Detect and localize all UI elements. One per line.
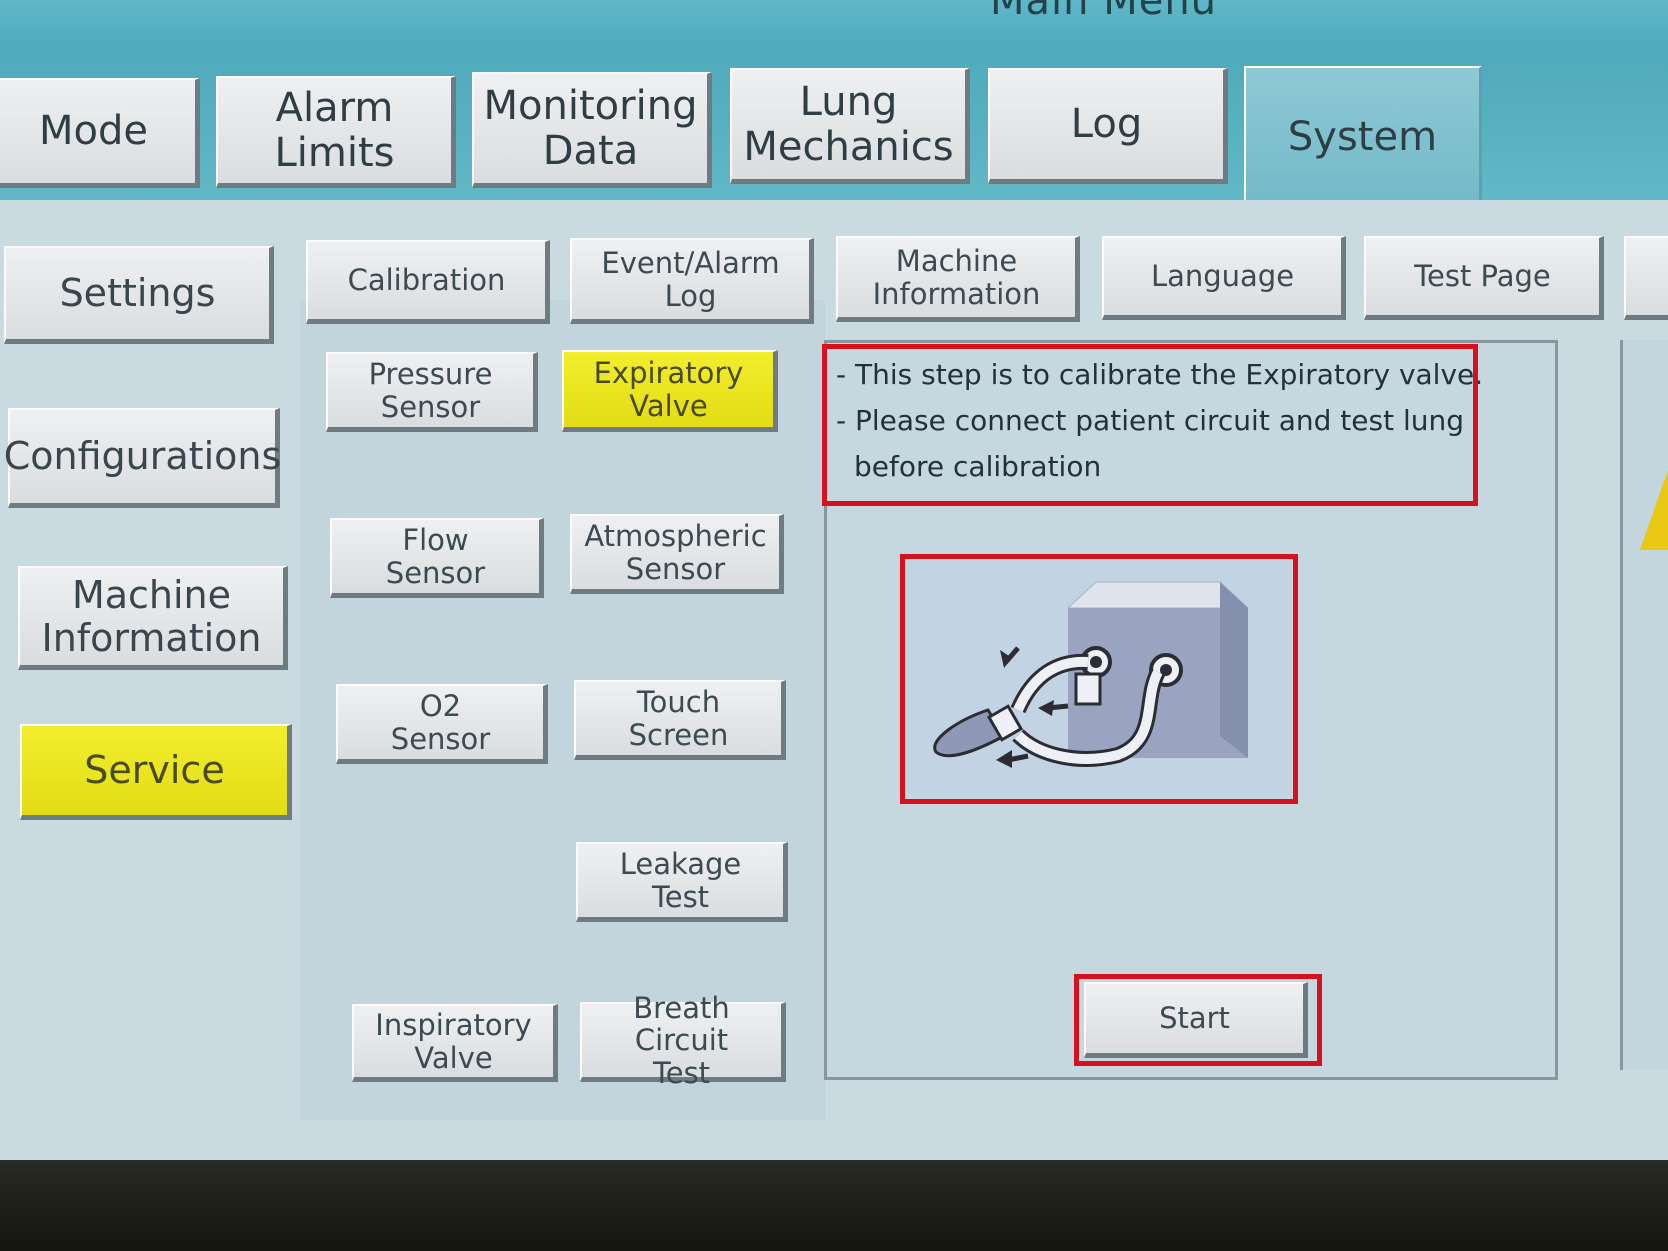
start-highlight-box bbox=[1074, 974, 1322, 1066]
breath-circuit-test-button[interactable]: Breath Circuit Test bbox=[580, 992, 786, 1089]
tab-mode[interactable]: Mode bbox=[0, 78, 200, 188]
sidemenu-service[interactable]: Service bbox=[20, 724, 292, 820]
subtab-machine-information[interactable]: Machine Information bbox=[836, 236, 1080, 322]
subtab-language[interactable]: Language bbox=[1102, 236, 1346, 320]
expiratory-valve-button[interactable]: Expiratory Valve bbox=[562, 350, 778, 432]
o2-sensor-button[interactable]: O2 Sensor bbox=[336, 684, 548, 764]
device-bezel bbox=[0, 1160, 1668, 1251]
sidemenu-machine-information[interactable]: Machine Information bbox=[18, 566, 288, 670]
tab-system[interactable]: System bbox=[1244, 66, 1482, 206]
ventilator-screen: Main Menu Mode Alarm Limits Monitoring D… bbox=[0, 0, 1668, 1160]
subtab-calibration[interactable]: Calibration bbox=[306, 240, 550, 324]
atmospheric-sensor-button[interactable]: Atmospheric Sensor bbox=[570, 514, 784, 594]
pressure-sensor-button[interactable]: Pressure Sensor bbox=[326, 352, 538, 432]
subtab-test-page[interactable]: Test Page bbox=[1364, 236, 1604, 320]
sidemenu-settings[interactable]: Settings bbox=[4, 246, 274, 344]
tab-monitoring-data[interactable]: Monitoring Data bbox=[472, 72, 712, 188]
tab-lung-mechanics[interactable]: Lung Mechanics bbox=[730, 68, 970, 184]
right-panel-edge bbox=[1620, 340, 1668, 1070]
instruction-highlight-box bbox=[822, 344, 1478, 506]
inspiratory-valve-button[interactable]: Inspiratory Valve bbox=[352, 1004, 558, 1082]
illustration-highlight-box bbox=[900, 554, 1298, 804]
subtab-more[interactable] bbox=[1624, 236, 1668, 320]
flow-sensor-button[interactable]: Flow Sensor bbox=[330, 518, 544, 598]
leakage-test-button[interactable]: Leakage Test bbox=[576, 842, 788, 922]
tab-alarm-limits[interactable]: Alarm Limits bbox=[216, 76, 456, 188]
tab-log[interactable]: Log bbox=[988, 68, 1228, 184]
warning-triangle-icon bbox=[1640, 470, 1668, 550]
subtab-event-alarm-log[interactable]: Event/Alarm Log bbox=[570, 238, 814, 324]
page-title: Main Menu bbox=[990, 0, 1218, 24]
touch-screen-button[interactable]: Touch Screen bbox=[574, 680, 786, 760]
sidemenu-configurations[interactable]: Configurations bbox=[4, 408, 281, 508]
